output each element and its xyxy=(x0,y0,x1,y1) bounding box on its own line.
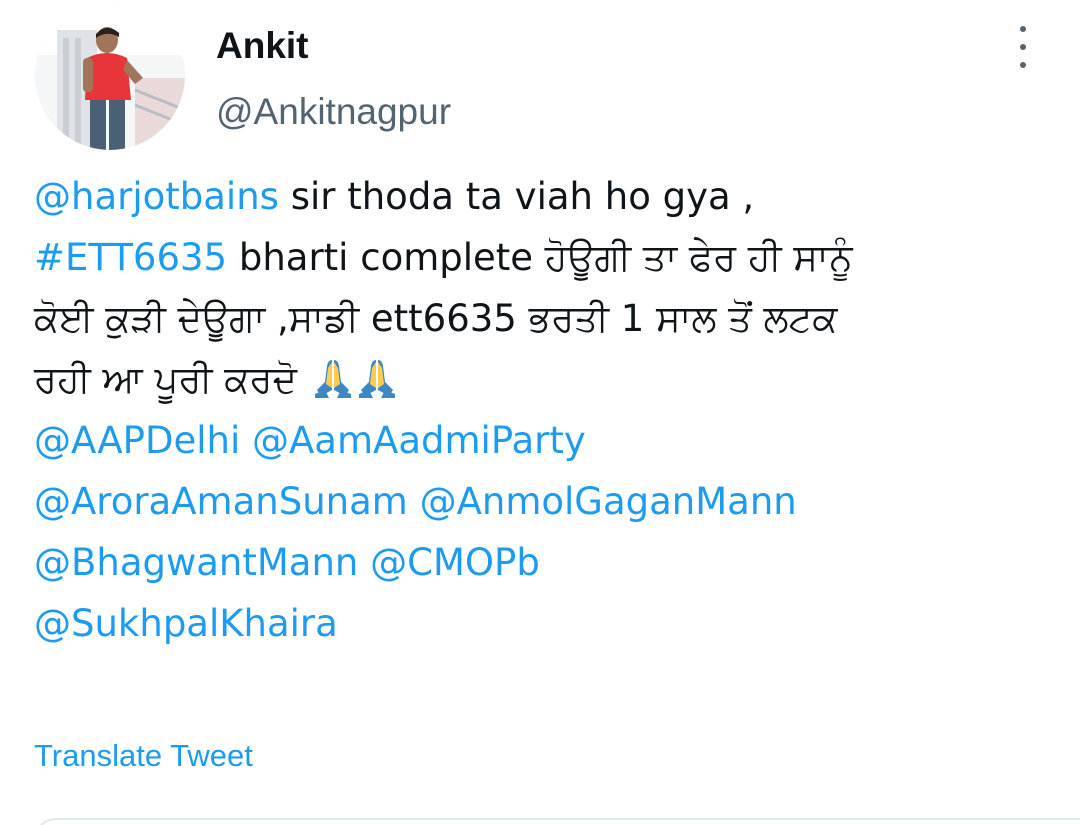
mention-link[interactable]: @AnmolGaganMann xyxy=(420,480,797,523)
next-card-edge xyxy=(34,818,1080,825)
mention-link[interactable]: @harjotbains xyxy=(34,175,279,218)
tweet-line: #ETT6635 bharti complete ਹੋਊਗੀ ਤਾ ਫੇਰ ਹੀ… xyxy=(34,227,1054,288)
mention-link[interactable]: @AroraAmanSunam xyxy=(34,480,408,523)
avatar-photo xyxy=(35,0,185,150)
tweet-text-segment: sir thoda ta viah ho gya , xyxy=(278,175,755,218)
tweet-line: ਰਹੀ ਆ ਪੂਰੀ ਕਰਦੋ xyxy=(34,349,1054,410)
tweet-text-segment: ਰਹੀ ਆ ਪੂਰੀ ਕਰਦੋ xyxy=(34,358,309,401)
tweet-line: @AroraAmanSunam @AnmolGaganMann xyxy=(34,471,1054,532)
handle[interactable]: @Ankitnagpur xyxy=(216,90,451,134)
tweet-line: @harjotbains sir thoda ta viah ho gya , xyxy=(34,166,1054,227)
dot xyxy=(1020,26,1026,32)
author-info: Ankit @Ankitnagpur xyxy=(216,24,451,134)
folded-hands-icon xyxy=(358,360,395,398)
mention-link[interactable]: @AAPDelhi xyxy=(34,419,240,462)
dot xyxy=(1020,44,1026,50)
tweet-line: @SukhpalKhaira xyxy=(34,593,1054,654)
tweet-text-segment: bharti complete ਹੋਊਗੀ ਤਾ ਫੇਰ ਹੀ ਸਾਨੂੰ xyxy=(227,236,853,279)
tweet-line: ਕੋਈ ਕੁੜੀ ਦੇਊਗਾ ,ਸਾਡੀ ett6635 ਭਰਤੀ 1 ਸਾਲ … xyxy=(34,288,1054,349)
avatar[interactable] xyxy=(35,0,185,150)
mention-link[interactable]: @CMOPb xyxy=(370,541,540,584)
mention-link[interactable]: @AamAadmiParty xyxy=(252,419,586,462)
folded-hands-icon xyxy=(314,360,351,398)
tweet-text-segment: ਕੋਈ ਕੁੜੀ ਦੇਊਗਾ ,ਸਾਡੀ ett6635 ਭਰਤੀ 1 ਸਾਲ … xyxy=(34,297,838,340)
tweet-card: Ankit @Ankitnagpur @harjotbains sir thod… xyxy=(0,0,1080,825)
hashtag-link[interactable]: #ETT6635 xyxy=(34,236,227,279)
tweet-line: @BhagwantMann @CMOPb xyxy=(34,532,1054,593)
translate-tweet-link[interactable]: Translate Tweet xyxy=(34,736,253,776)
tweet-text: @harjotbains sir thoda ta viah ho gya , … xyxy=(34,166,1054,654)
display-name[interactable]: Ankit xyxy=(216,24,451,68)
more-options-icon[interactable] xyxy=(1008,26,1038,68)
mention-link[interactable]: @SukhpalKhaira xyxy=(34,602,338,645)
dot xyxy=(1020,62,1026,68)
mention-link[interactable]: @BhagwantMann xyxy=(34,541,358,584)
tweet-line: @AAPDelhi @AamAadmiParty xyxy=(34,410,1054,471)
